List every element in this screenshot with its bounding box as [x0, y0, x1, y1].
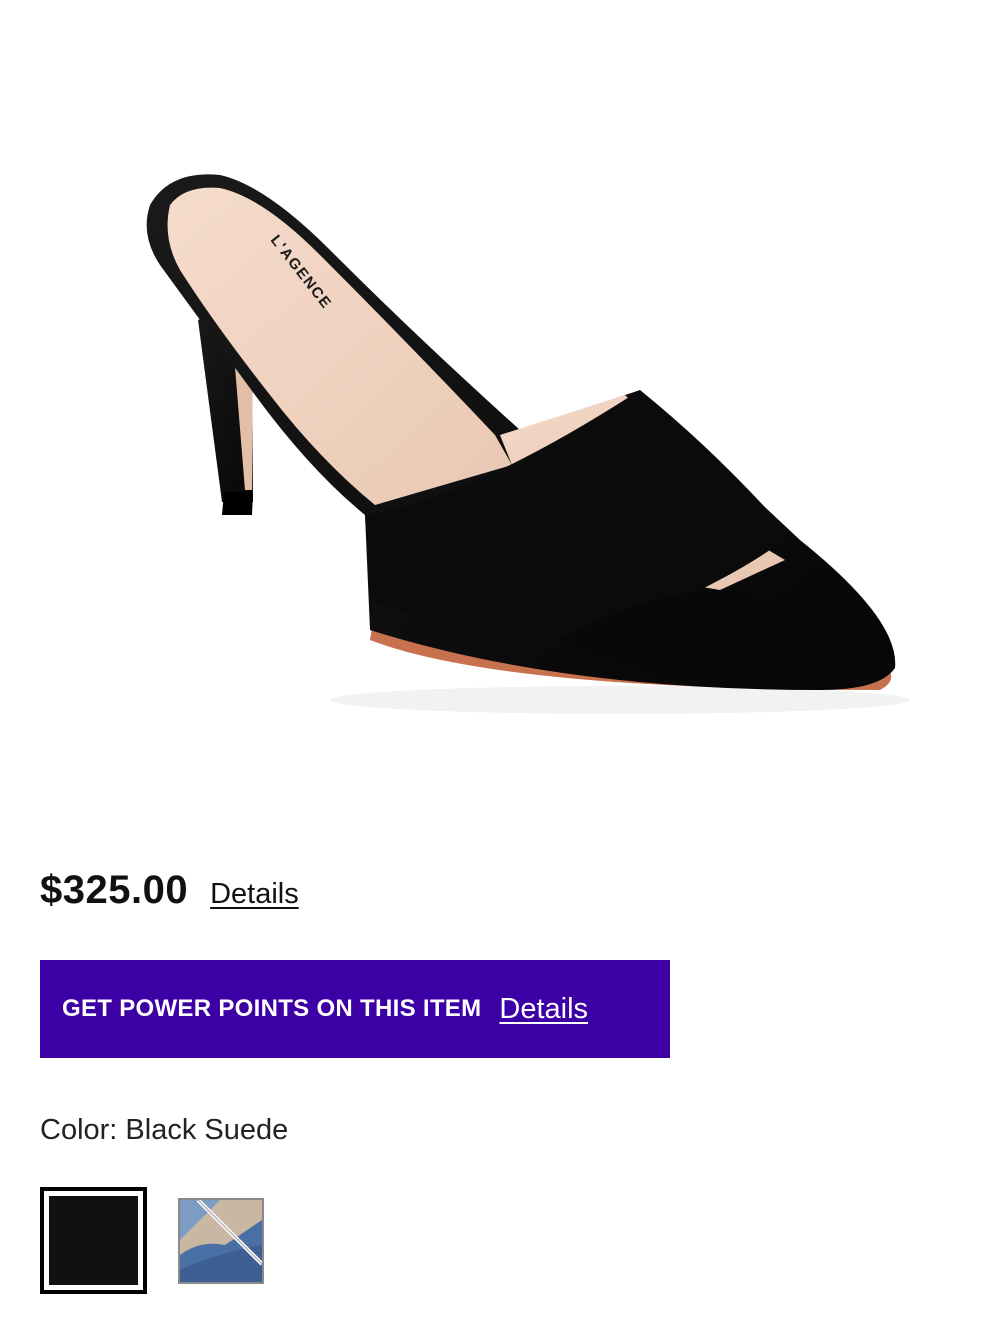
price-details-link[interactable]: Details: [210, 878, 299, 911]
power-points-details-link[interactable]: Details: [499, 993, 588, 1026]
swatch-denim[interactable]: [178, 1197, 264, 1284]
color-label: Color: Black Suede: [40, 1114, 289, 1146]
denim-swatch-image: [180, 1199, 262, 1282]
price-row: $325.00 Details: [40, 868, 299, 913]
product-price: $325.00: [40, 868, 189, 912]
power-points-text: GET POWER POINTS ON THIS ITEM: [62, 995, 482, 1022]
swatch-black-fill: [49, 1196, 138, 1285]
shoe-illustration: L'AGENCE: [146, 174, 910, 714]
power-points-banner: GET POWER POINTS ON THIS ITEM Details: [40, 960, 670, 1058]
product-image[interactable]: L'AGENCE: [0, 0, 1000, 820]
color-swatches: [40, 1187, 264, 1294]
swatch-black-suede[interactable]: [40, 1187, 147, 1294]
